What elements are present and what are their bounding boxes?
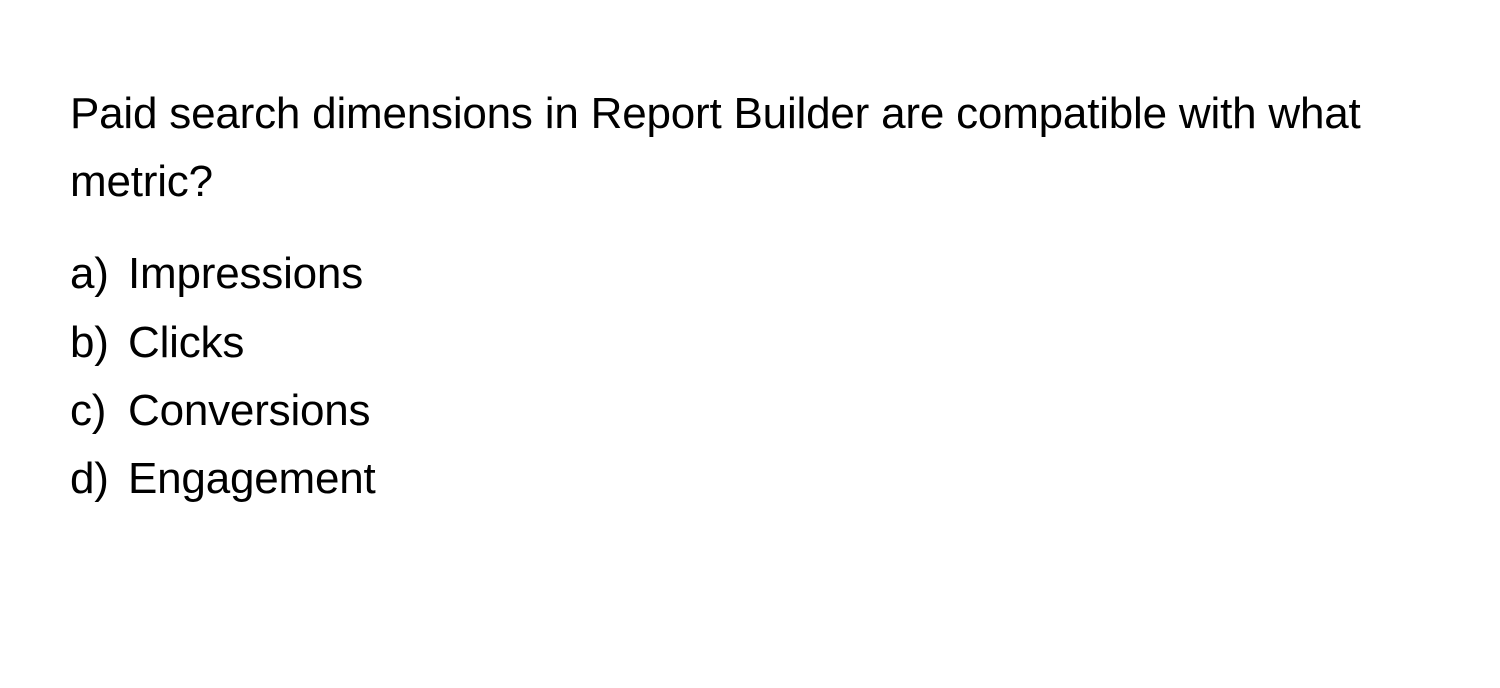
option-a-label: a) [70,240,128,308]
option-d: d) Engagement [70,445,1430,513]
question-text: Paid search dimensions in Report Builder… [70,80,1430,216]
option-c: c) Conversions [70,377,1430,445]
option-b-text: Clicks [128,309,1430,377]
option-d-text: Engagement [128,445,1430,513]
option-d-label: d) [70,445,128,513]
options-list: a) Impressions b) Clicks c) Conversions … [70,240,1430,513]
question-block: Paid search dimensions in Report Builder… [0,0,1500,513]
option-c-label: c) [70,377,128,445]
option-b-label: b) [70,309,128,377]
option-b: b) Clicks [70,309,1430,377]
option-a: a) Impressions [70,240,1430,308]
option-c-text: Conversions [128,377,1430,445]
option-a-text: Impressions [128,240,1430,308]
